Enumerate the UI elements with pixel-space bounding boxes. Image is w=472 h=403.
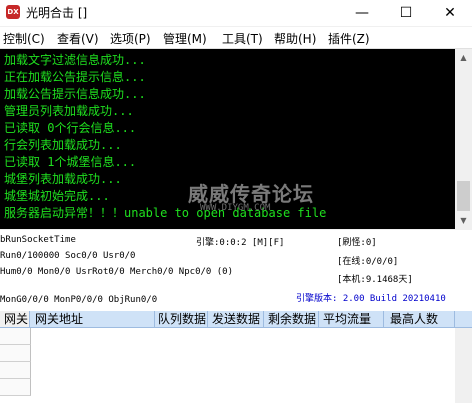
table-row[interactable] — [0, 379, 31, 396]
gateway-table: 网关 网关地址 队列数据 发送数据 剩余数据 平均流量 最高人数 — [0, 310, 472, 403]
run-stats: Run0/100000 Soc0/0 Usr0/0 — [0, 251, 136, 261]
console-line: 管理员列表加载成功... — [4, 104, 134, 118]
menu-help[interactable]: 帮助(H) — [274, 30, 316, 47]
menu-control[interactable]: 控制(C) — [3, 30, 45, 47]
online-count: [在线:0/0/0] — [337, 257, 399, 267]
col-max-users[interactable]: 最高人数 — [384, 311, 455, 327]
console-line: 加载公告提示信息成功... — [4, 87, 146, 101]
table-header: 网关 网关地址 队列数据 发送数据 剩余数据 平均流量 最高人数 — [0, 311, 472, 328]
col-avg-traffic[interactable]: 平均流量 — [319, 311, 384, 327]
col-gateway-address[interactable]: 网关地址 — [31, 311, 155, 327]
minimize-button[interactable]: — — [340, 0, 384, 26]
scroll-thumb[interactable] — [457, 181, 470, 211]
console-line: 行会列表加载成功... — [4, 138, 122, 152]
col-queue-data[interactable]: 队列数据 — [155, 311, 208, 327]
col-remaining-data[interactable]: 剩余数据 — [264, 311, 319, 327]
status-panel: bRunSocketTime 引擎:0:0:2 [M][F] [刷怪:0] Ru… — [0, 230, 472, 310]
col-gateway[interactable]: 网关 — [0, 311, 30, 327]
table-scrollbar[interactable] — [455, 328, 472, 403]
console-scrollbar[interactable]: ▲ ▼ — [455, 49, 472, 229]
table-row[interactable] — [0, 345, 31, 362]
window-title: 光明合击 [] — [26, 6, 88, 20]
console-line: 城堡城初始完成... — [4, 189, 110, 203]
mon-stats: MonG0/0/0 MonP0/0/0 ObjRun0/0 — [0, 295, 158, 305]
menu-view[interactable]: 查看(V) — [57, 30, 99, 47]
scroll-up-icon[interactable]: ▲ — [455, 49, 472, 66]
refresh-monster: [刷怪:0] — [337, 238, 377, 248]
console-line: 城堡列表加载成功... — [4, 172, 122, 186]
col-send-data[interactable]: 发送数据 — [208, 311, 264, 327]
menu-options[interactable]: 选项(P) — [110, 30, 151, 47]
menu-manage[interactable]: 管理(M) — [163, 30, 207, 47]
hum-stats: Hum0/0 Mon0/0 UsrRot0/0 Merch0/0 Npc0/0 … — [0, 267, 233, 277]
close-button[interactable]: ✕ — [428, 0, 472, 26]
table-row[interactable] — [0, 362, 31, 379]
machine-uptime: [本机:9.1468天] — [337, 275, 413, 285]
menu-plugins[interactable]: 插件(Z) — [328, 30, 370, 47]
engine-time: 引擎:0:0:2 [M][F] — [196, 238, 285, 248]
console-line: 正在加载公告提示信息... — [4, 70, 146, 84]
table-row[interactable] — [0, 328, 31, 345]
watermark-url: WWW.DIYGM.COM — [200, 203, 271, 213]
engine-version: 引擎版本: 2.00 Build 20210410 — [296, 294, 446, 304]
console-line: 已读取 1个城堡信息... — [4, 155, 137, 169]
console-line: 已读取 0个行会信息... — [4, 121, 137, 135]
scroll-down-icon[interactable]: ▼ — [455, 212, 472, 229]
maximize-button[interactable]: ☐ — [384, 0, 428, 26]
run-socket-time: bRunSocketTime — [0, 235, 76, 245]
menu-bar: 控制(C) 查看(V) 选项(P) 管理(M) 工具(T) 帮助(H) 插件(Z… — [0, 27, 472, 49]
console-line: 加载文字过滤信息成功... — [4, 53, 146, 67]
title-bar: DX 光明合击 [] — ☐ ✕ — [0, 0, 472, 26]
menu-tools[interactable]: 工具(T) — [222, 30, 263, 47]
app-icon: DX — [6, 5, 20, 19]
